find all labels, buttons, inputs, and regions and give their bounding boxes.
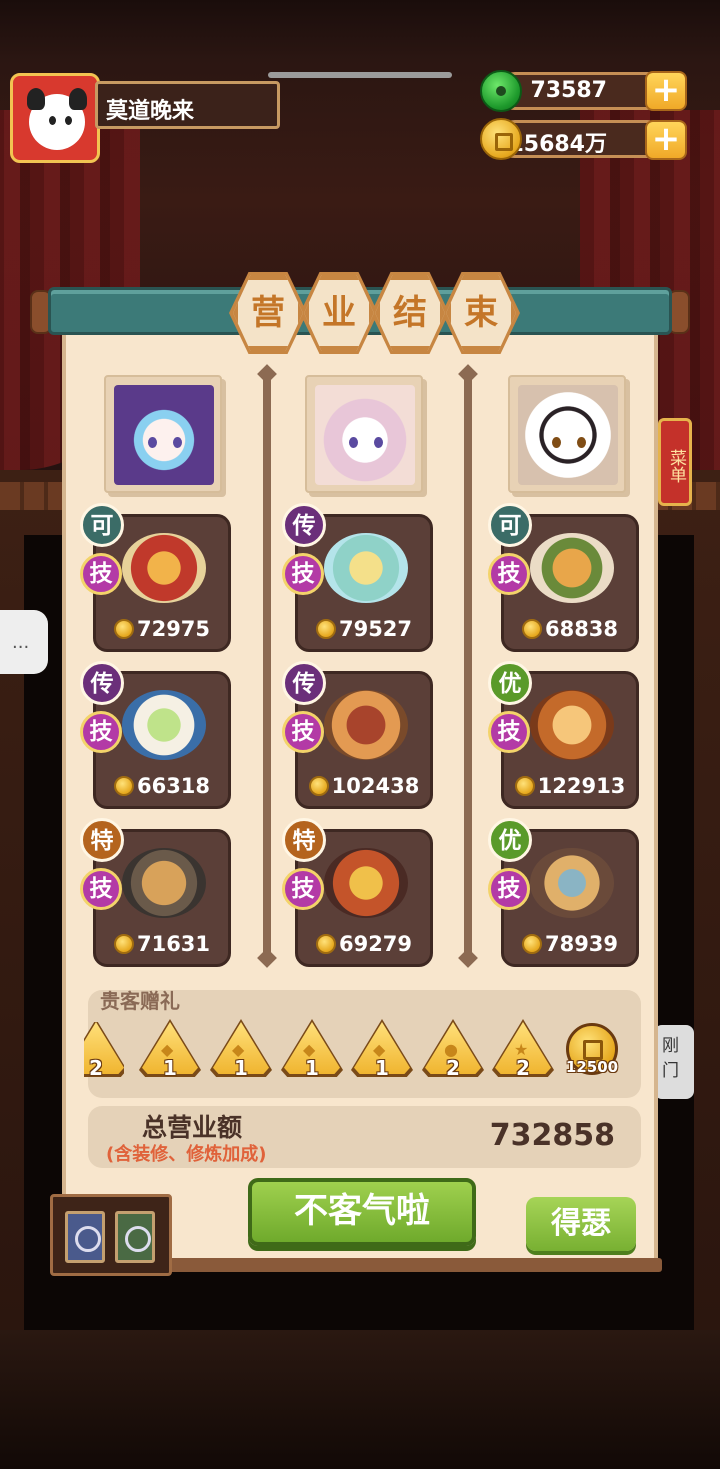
dish-art: [530, 690, 614, 760]
skill-badge: 技: [282, 868, 324, 910]
dish-rank-badge: 可: [80, 503, 124, 547]
gift-count: 1: [305, 1056, 319, 1080]
gift-item[interactable]: ◆ 1: [351, 1019, 413, 1080]
gift-count: 2: [89, 1056, 103, 1078]
gift-count: 1: [234, 1056, 248, 1080]
dish-rank-badge: 可: [488, 503, 532, 547]
chef-art: [518, 385, 618, 485]
right-side-bubble: 刚门: [654, 1025, 694, 1099]
dish-price: 69279: [298, 932, 430, 956]
chef-art: [315, 385, 415, 485]
dish-price: 66318: [96, 774, 228, 798]
gift-item[interactable]: ● 2: [422, 1019, 484, 1080]
gift-coin-count: 12500: [565, 1058, 619, 1076]
column-divider: [263, 372, 271, 960]
skill-badge: 技: [282, 553, 324, 595]
gift-item[interactable]: 2: [84, 1022, 124, 1078]
chef-portrait[interactable]: [305, 375, 423, 493]
guest-gift-title: 贵客赠礼: [100, 989, 180, 1013]
menu-tag[interactable]: 菜单: [658, 418, 692, 506]
gift-count: 2: [446, 1056, 460, 1080]
dish-art: [530, 533, 614, 603]
chef-art: [114, 385, 214, 485]
player-avatar[interactable]: [10, 73, 100, 163]
coin-icon: [480, 118, 522, 160]
dish-art: [324, 533, 408, 603]
dish-price: 71631: [96, 932, 228, 956]
skill-badge: 技: [488, 868, 530, 910]
confirm-button[interactable]: 不客气啦: [248, 1178, 476, 1246]
dish-art: [324, 848, 408, 918]
dish-rank-badge: 传: [80, 661, 124, 705]
dish-art: [324, 690, 408, 760]
player-name: 莫道晚来: [95, 81, 280, 129]
dish-art: [122, 848, 206, 918]
dish-price: 79527: [298, 617, 430, 641]
coin-icon: [521, 934, 542, 954]
side-chat-bubble[interactable]: ...: [0, 610, 48, 674]
coin-icon: [315, 619, 336, 639]
jade-icon: [480, 70, 522, 112]
gift-item[interactable]: ★ 2: [492, 1019, 554, 1080]
skill-badge: 技: [488, 711, 530, 753]
avatar-ear: [27, 88, 45, 110]
avatar-eye: [65, 116, 72, 125]
chef-portrait[interactable]: [104, 375, 222, 493]
coin-icon: [315, 934, 336, 954]
avatar-eye: [49, 116, 56, 125]
chef-portrait[interactable]: [508, 375, 626, 493]
drag-handle: [268, 72, 452, 78]
dish-price: 72975: [96, 617, 228, 641]
coin-icon: [113, 776, 134, 796]
card-icon: [65, 1211, 105, 1263]
dish-rank-badge: 传: [282, 503, 326, 547]
card-slot-frame[interactable]: [50, 1194, 172, 1276]
column-divider: [464, 372, 472, 960]
dish-art: [530, 848, 614, 918]
dish-rank-badge: 特: [282, 818, 326, 862]
dish-price: 122913: [504, 774, 636, 798]
avatar-ear: [69, 88, 87, 110]
skill-badge: 技: [80, 868, 122, 910]
dish-art: [122, 690, 206, 760]
gift-item[interactable]: ◆ 1: [139, 1019, 201, 1080]
add-coin-button[interactable]: +: [645, 120, 687, 160]
coin-icon: [113, 619, 134, 639]
dish-price: 78939: [504, 932, 636, 956]
skill-badge: 技: [80, 711, 122, 753]
total-revenue-note: (含装修、修炼加成): [106, 1144, 267, 1165]
dish-rank-badge: 特: [80, 818, 124, 862]
gift-count: 2: [516, 1056, 530, 1080]
gift-count: 1: [375, 1056, 389, 1080]
coin-icon: [308, 776, 329, 796]
coin-icon: [514, 776, 535, 796]
show-off-button[interactable]: 得瑟: [526, 1197, 636, 1251]
skill-badge: 技: [488, 553, 530, 595]
card-icon: [115, 1211, 155, 1263]
coin-icon: [113, 934, 134, 954]
dish-rank-badge: 优: [488, 818, 532, 862]
dish-rank-badge: 传: [282, 661, 326, 705]
dish-price: 68838: [504, 617, 636, 641]
total-revenue-value: 732858: [489, 1118, 615, 1153]
bottom-bar: [0, 1330, 720, 1469]
total-revenue-label: 总营业额: [142, 1113, 243, 1142]
dish-art: [122, 533, 206, 603]
gift-item[interactable]: ◆ 1: [281, 1019, 343, 1080]
skill-badge: 技: [80, 553, 122, 595]
skill-badge: 技: [282, 711, 324, 753]
coin-icon: [521, 619, 542, 639]
dish-price: 102438: [298, 774, 430, 798]
dish-rank-badge: 优: [488, 661, 532, 705]
gift-item[interactable]: ◆ 1: [210, 1019, 272, 1080]
gift-count: 1: [163, 1056, 177, 1080]
add-jade-button[interactable]: +: [645, 71, 687, 111]
